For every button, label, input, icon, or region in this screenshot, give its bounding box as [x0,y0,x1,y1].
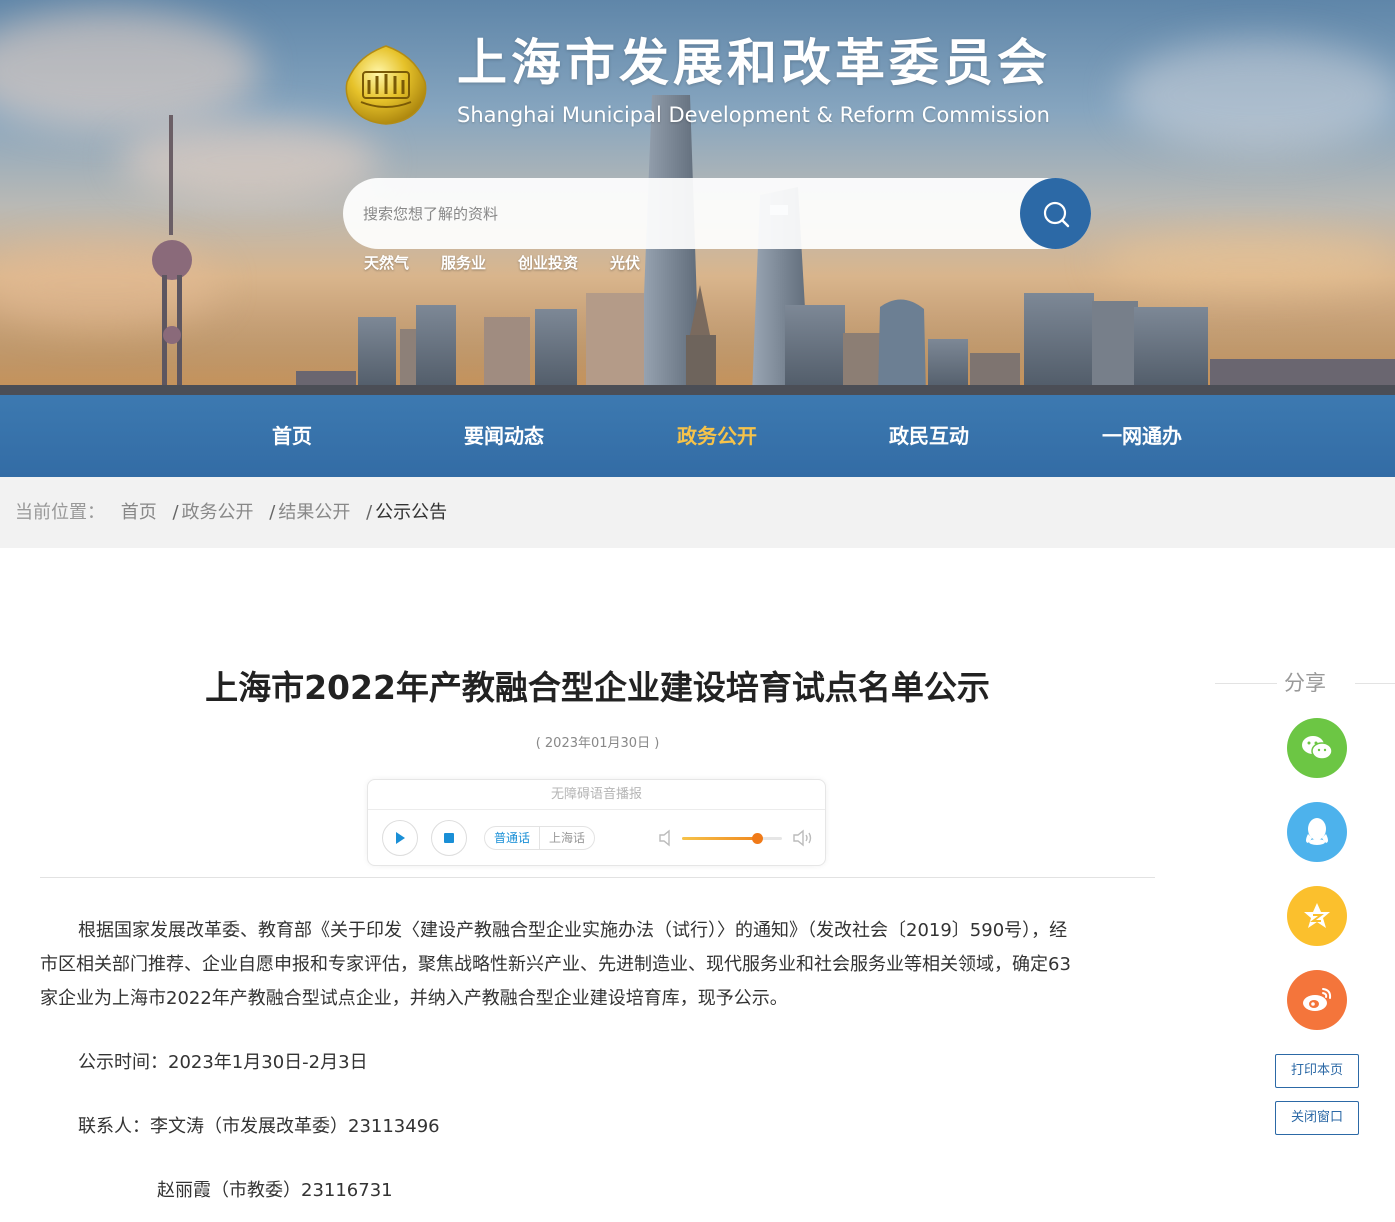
main-nav: 首页 要闻动态 政务公开 政民互动 一网通办 [0,395,1395,477]
play-button[interactable] [382,820,418,856]
nav-item-online-services[interactable]: 一网通办 [1052,395,1232,477]
volume-mute-icon[interactable] [658,829,674,847]
article-title: 上海市2022年产教融合型企业建设培育试点名单公示 [205,668,990,707]
article-paragraph-line: 根据国家发展改革委、教育部《关于印发〈建设产教融合型企业实施办法（试行）〉的通知… [78,920,1068,941]
stop-icon [444,833,454,843]
breadcrumb-link-home[interactable]: 首页 [121,502,157,523]
volume-slider-handle[interactable] [752,833,763,844]
breadcrumb-current: 公示公告 [375,502,448,523]
search-box [343,178,1091,249]
hot-search-words: 天然气 服务业 创业投资 光伏 [364,252,672,273]
article-divider [40,877,1155,878]
share-weibo-button[interactable] [1287,970,1347,1030]
nav-item-public-interaction[interactable]: 政民互动 [839,395,1019,477]
language-option-shanghainese[interactable]: 上海话 [539,827,594,849]
hot-word-link[interactable]: 光伏 [610,252,640,273]
breadcrumb-link-government-affairs[interactable]: 政务公开 [182,502,254,523]
volume-slider[interactable] [682,833,782,844]
audio-player: 无障碍语音播报 普通话 上海话 [367,779,826,866]
breadcrumb-separator: / [269,502,276,523]
audio-player-title: 无障碍语音播报 [368,780,825,810]
article-paragraph-line: 家企业为上海市2022年产教融合型试点企业，并纳入产教融合型企业建设培育库，现予… [40,988,788,1009]
site-title: 上海市发展和改革委员会 [457,34,1051,92]
search-input[interactable] [363,200,1003,228]
contact-secondary: 赵丽霞（市教委）23116731 [157,1180,393,1201]
language-option-mandarin[interactable]: 普通话 [485,827,539,849]
search-icon [1043,201,1069,227]
share-label: 分享 [1284,671,1326,695]
breadcrumb-prefix: 当前位置： [15,502,105,523]
weibo-icon [1303,988,1332,1011]
article-paragraph: 根据国家发展改革委、教育部《关于印发〈建设产教融合型企业实施办法（试行）〉的通知… [40,914,1155,1016]
breadcrumb-link-results[interactable]: 结果公开 [278,502,350,523]
qzone-icon [1304,903,1330,928]
nav-item-government-affairs[interactable]: 政务公开 [627,395,807,477]
site-subtitle: Shanghai Municipal Development & Reform … [457,103,1050,127]
publicity-time: 公示时间：2023年1月30日-2月3日 [78,1052,368,1073]
nav-item-news[interactable]: 要闻动态 [414,395,594,477]
qq-icon [1306,818,1328,845]
breadcrumb: 当前位置： 首页 / 政务公开 / 结果公开 / 公示公告 [0,477,1395,548]
hot-word-link[interactable]: 创业投资 [518,252,578,273]
print-page-button[interactable]: 打印本页 [1275,1054,1359,1088]
play-icon [396,832,405,844]
site-header: 上海市发展和改革委员会 Shanghai Municipal Developme… [0,0,1395,395]
nav-item-home[interactable]: 首页 [202,395,382,477]
breadcrumb-separator: / [172,502,179,523]
contact-primary: 联系人：李文涛（市发展改革委）23113496 [78,1116,440,1137]
close-window-button[interactable]: 关闭窗口 [1275,1101,1359,1135]
stop-button[interactable] [431,820,467,856]
hot-word-link[interactable]: 服务业 [441,252,486,273]
municipal-emblem-icon [345,45,427,125]
breadcrumb-separator: / [366,502,373,523]
hot-word-link[interactable]: 天然气 [364,252,409,273]
volume-up-icon[interactable] [792,829,814,847]
language-toggle: 普通话 上海话 [484,826,596,850]
share-qq-button[interactable] [1287,802,1347,862]
volume-slider-fill [682,837,757,840]
wechat-icon [1302,736,1333,760]
share-qzone-button[interactable] [1287,886,1347,946]
article-date: ( 2023年01月30日 ) [535,736,660,751]
share-wechat-button[interactable] [1287,718,1347,778]
article-paragraph-line: 市区相关部门推荐、企业自愿申报和专家评估，聚焦战略性新兴产业、先进制造业、现代服… [40,954,1071,975]
search-button[interactable] [1020,178,1091,249]
